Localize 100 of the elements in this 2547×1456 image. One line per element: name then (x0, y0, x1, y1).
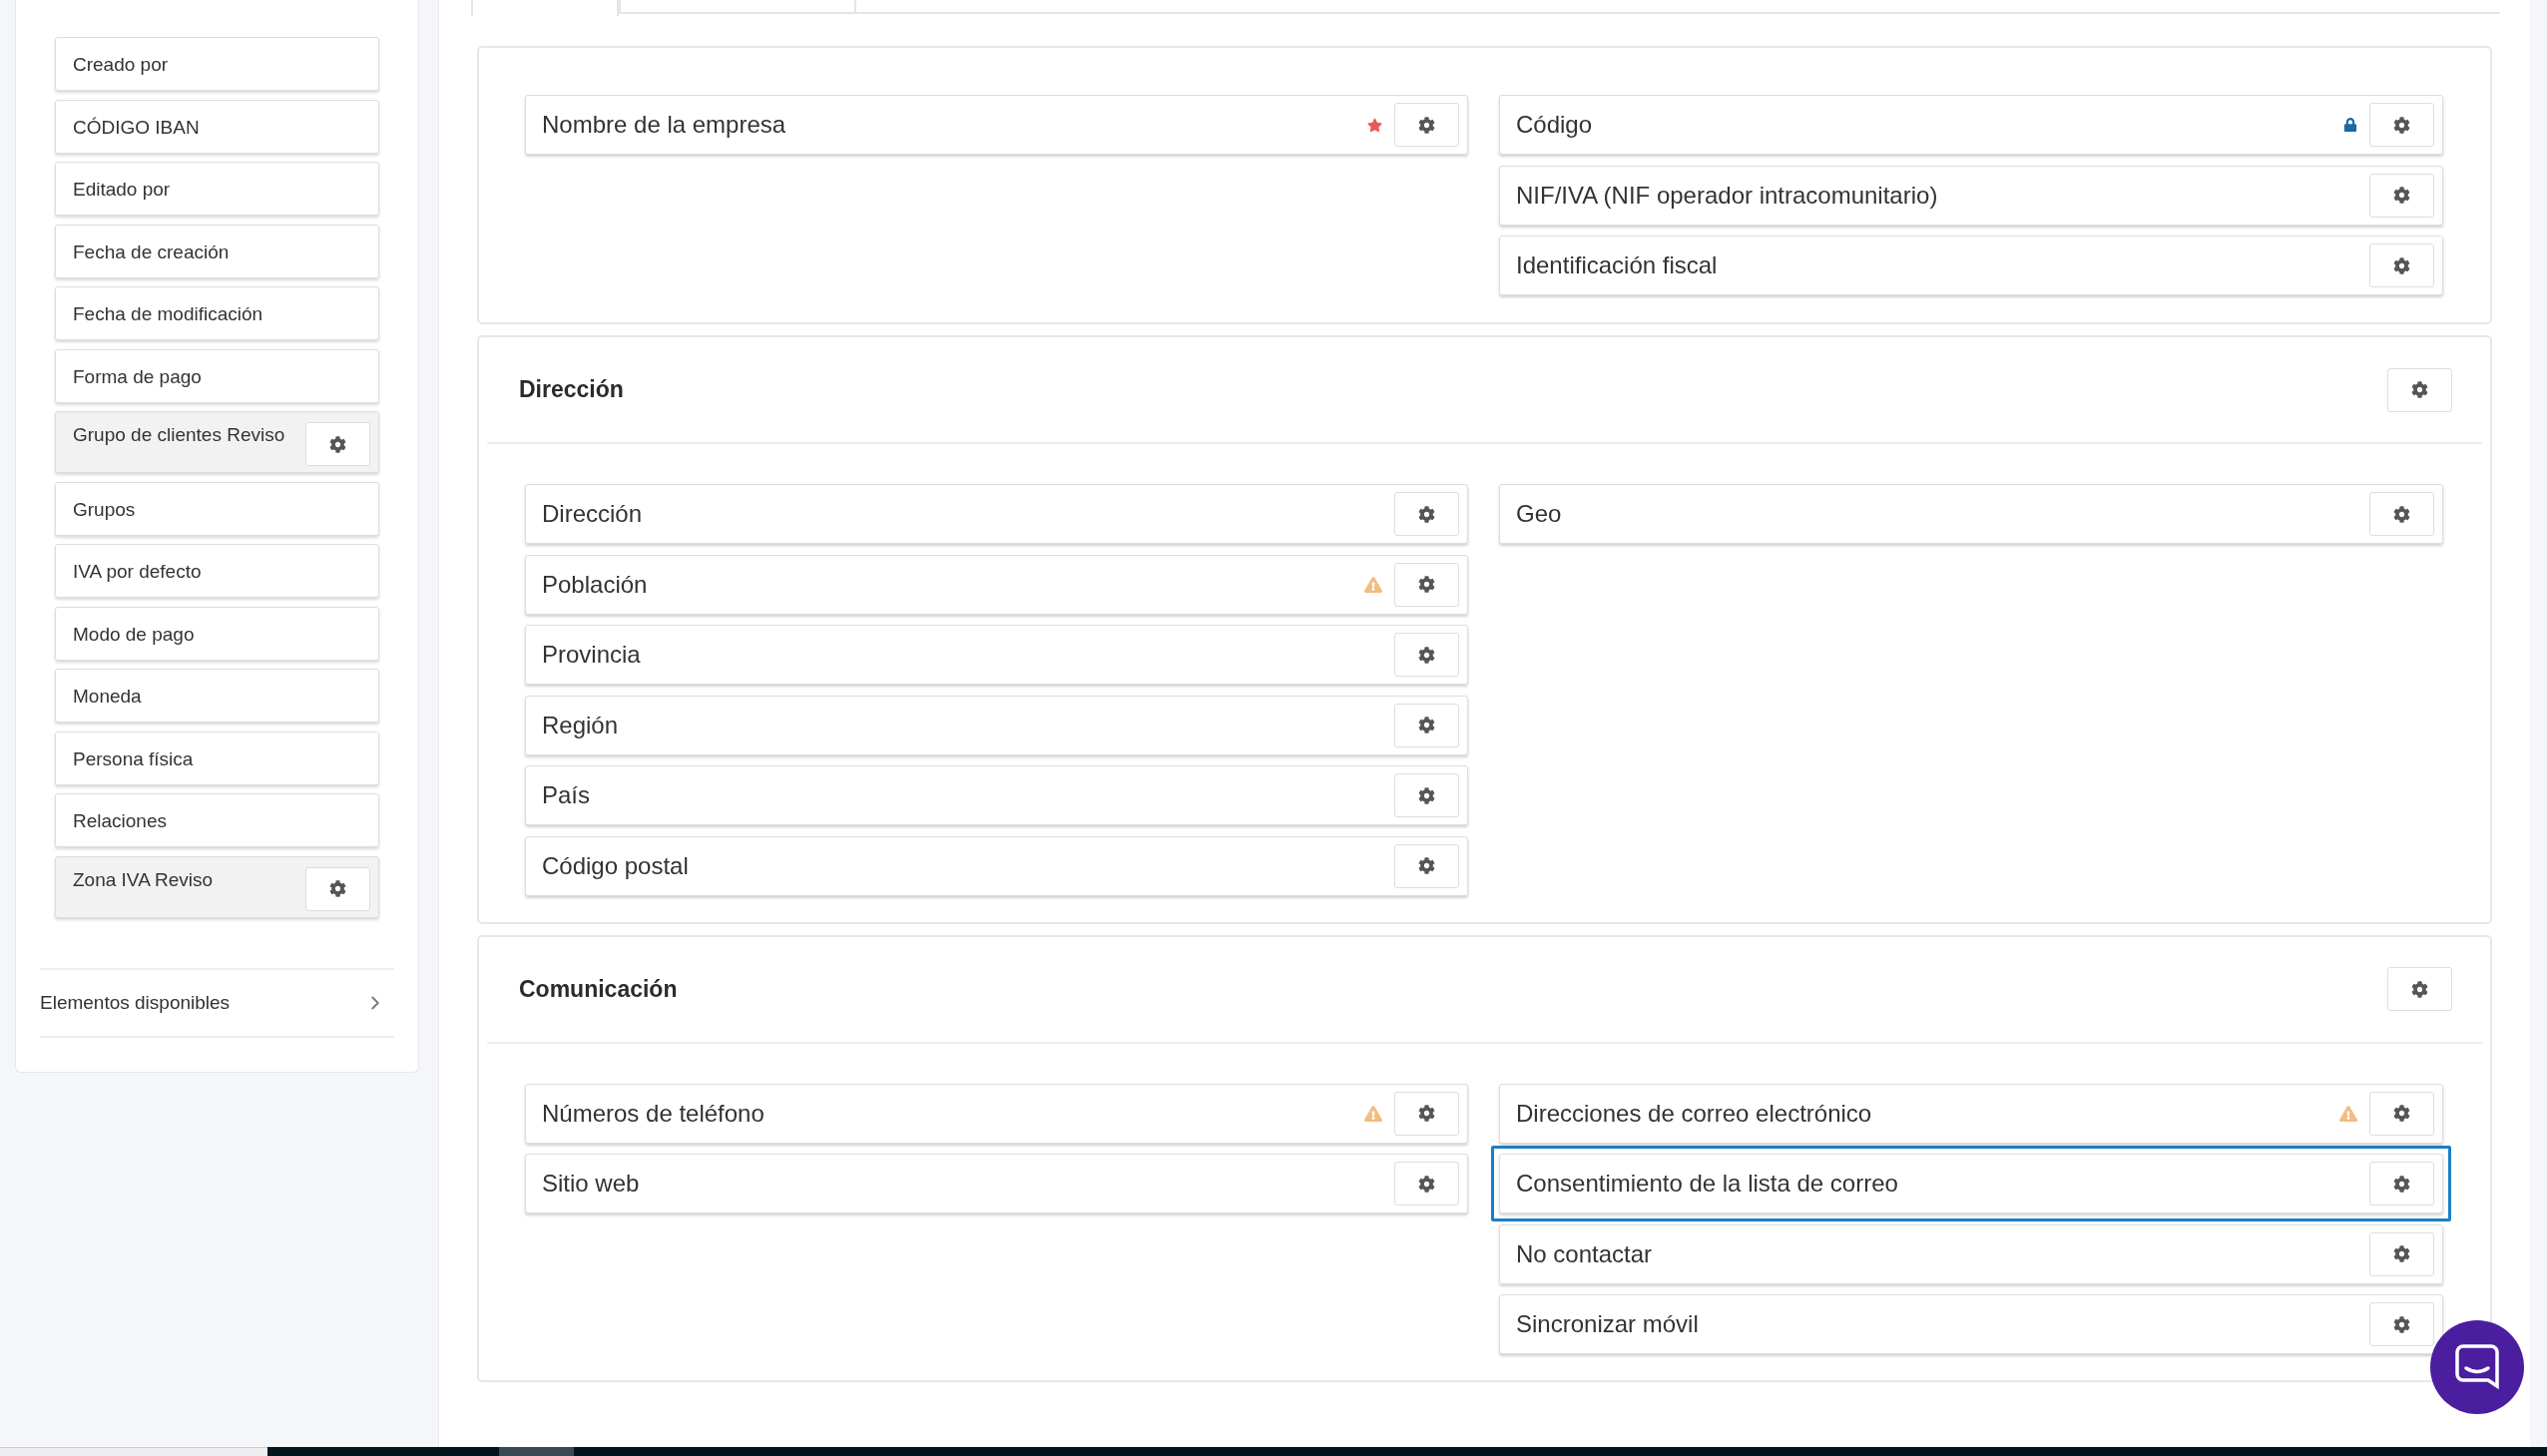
field-label: Código (1516, 111, 1594, 139)
settings-button[interactable] (2369, 1231, 2434, 1276)
field-card[interactable]: Provincia (525, 625, 1468, 685)
settings-button[interactable] (1394, 703, 1459, 747)
sidebar-item-label: Grupo de clientes Reviso (73, 423, 285, 446)
field-label: Dirección (542, 500, 644, 528)
sidebar-item-label: Zona IVA Reviso (73, 867, 214, 891)
available-elements-toggle[interactable]: Elementos disponibles (40, 967, 394, 1038)
section-title: Dirección (519, 376, 624, 403)
field-card[interactable]: Población (525, 554, 1468, 615)
field-card[interactable]: Nombre de la empresa (525, 95, 1468, 155)
sidebar-item-label: Modo de pago (73, 622, 195, 646)
settings-button[interactable] (1394, 1091, 1459, 1136)
field-label: Números de teléfono (542, 1099, 765, 1128)
settings-icon (2393, 256, 2410, 274)
field-card[interactable]: Geo (1499, 484, 2443, 544)
sidebar-item-label: Editado por (73, 178, 171, 201)
settings-button[interactable] (1394, 633, 1459, 677)
settings-icon (1418, 786, 1435, 804)
sidebar-item[interactable]: Modo de pago (55, 606, 379, 661)
settings-icon (1418, 857, 1435, 874)
field-label: Consentimiento de la lista de correo (1516, 1170, 1899, 1198)
sidebar-item[interactable]: CÓDIGO IBAN (55, 99, 379, 154)
settings-button[interactable] (305, 422, 370, 466)
settings-icon (2411, 381, 2428, 398)
field-label: Provincia (542, 641, 642, 669)
settings-button[interactable] (1394, 562, 1459, 607)
settings-icon (1418, 1175, 1435, 1193)
sidebar-item[interactable]: Grupo de clientes Reviso (55, 411, 379, 473)
settings-button[interactable] (1394, 103, 1459, 147)
settings-button[interactable] (2369, 1302, 2434, 1346)
settings-icon (1418, 576, 1435, 593)
settings-icon (2393, 1105, 2410, 1122)
settings-icon (1418, 1105, 1435, 1122)
settings-icon (2411, 980, 2428, 998)
sidebar-item-label: CÓDIGO IBAN (73, 115, 200, 139)
sidebar-item-label: Creado por (73, 53, 169, 76)
sidebar-item[interactable]: Grupos (55, 481, 379, 536)
settings-button[interactable] (2369, 103, 2434, 147)
sidebar-item[interactable]: Moneda (55, 669, 379, 723)
settings-button[interactable] (2369, 492, 2434, 536)
sidebar-item[interactable]: Fecha de creación (55, 224, 379, 278)
settings-icon (2393, 187, 2410, 204)
settings-icon (2393, 1315, 2410, 1333)
field-card[interactable]: Dirección (525, 484, 1468, 544)
available-elements-label: Elementos disponibles (40, 991, 231, 1014)
settings-icon (329, 435, 346, 453)
settings-button[interactable] (2387, 367, 2452, 412)
field-label: NIF/IVA (NIF operador intracomunitario) (1516, 181, 1939, 210)
settings-button[interactable] (2369, 173, 2434, 218)
settings-icon (2393, 505, 2410, 523)
field-card[interactable]: NIF/IVA (NIF operador intracomunitario) (1499, 165, 2443, 226)
settings-icon (329, 880, 346, 897)
sidebar-item[interactable]: Creado por (55, 37, 379, 91)
field-card[interactable]: Sitio web (525, 1154, 1468, 1213)
field-label: No contactar (1516, 1239, 1654, 1268)
settings-icon (2393, 116, 2410, 134)
field-card[interactable]: Números de teléfono (525, 1083, 1468, 1144)
field-card[interactable]: Consentimiento de la lista de correo (1499, 1154, 2443, 1213)
field-card[interactable]: Sincronizar móvil (1499, 1294, 2443, 1354)
settings-icon (1418, 116, 1435, 134)
field-card[interactable]: Región (525, 695, 1468, 755)
sidebar-item[interactable]: Fecha de modificación (55, 286, 379, 340)
field-label: Sincronizar móvil (1516, 1310, 1700, 1338)
field-label: Población (542, 570, 649, 599)
sidebar-item[interactable]: Persona física (55, 730, 379, 785)
sidebar-item[interactable]: Relaciones (55, 793, 379, 847)
sidebar-item-label: Moneda (73, 685, 142, 708)
field-card[interactable]: Código postal (525, 835, 1468, 896)
settings-icon (1418, 505, 1435, 523)
field-card[interactable]: No contactar (1499, 1223, 2443, 1284)
field-card[interactable]: Direcciones de correo electrónico (1499, 1083, 2443, 1144)
chat-icon (2455, 1344, 2499, 1390)
field-card[interactable]: Código (1499, 95, 2443, 155)
sidebar-item[interactable]: Forma de pago (55, 348, 379, 403)
settings-button[interactable] (2369, 243, 2434, 287)
field-label: Sitio web (542, 1170, 641, 1198)
settings-button[interactable] (1394, 492, 1459, 536)
sidebar-item[interactable]: IVA por defecto (55, 544, 379, 598)
sidebar-item-label: Persona física (73, 746, 194, 770)
settings-button[interactable] (1394, 843, 1459, 888)
settings-button[interactable] (2369, 1162, 2434, 1206)
settings-button[interactable] (2369, 1091, 2434, 1136)
settings-button[interactable] (1394, 1162, 1459, 1206)
sidebar-item-label: Forma de pago (73, 364, 202, 388)
settings-icon (2393, 1175, 2410, 1193)
settings-button[interactable] (2387, 967, 2452, 1011)
settings-icon (1418, 646, 1435, 664)
sidebar-item[interactable]: Editado por (55, 162, 379, 216)
field-label: Direcciones de correo electrónico (1516, 1099, 1873, 1128)
field-card[interactable]: País (525, 765, 1468, 825)
sidebar-item-label: Fecha de modificación (73, 302, 263, 325)
field-card[interactable]: Identificación fiscal (1499, 236, 2443, 295)
sidebar-item-label: Grupos (73, 497, 136, 521)
settings-button[interactable] (1394, 773, 1459, 817)
sidebar-item[interactable]: Zona IVA Reviso (55, 855, 379, 918)
sidebar-item-label: Fecha de creación (73, 240, 230, 263)
sidebar-item-label: IVA por defecto (73, 560, 202, 583)
settings-button[interactable] (305, 866, 370, 911)
field-label: Región (542, 711, 620, 739)
